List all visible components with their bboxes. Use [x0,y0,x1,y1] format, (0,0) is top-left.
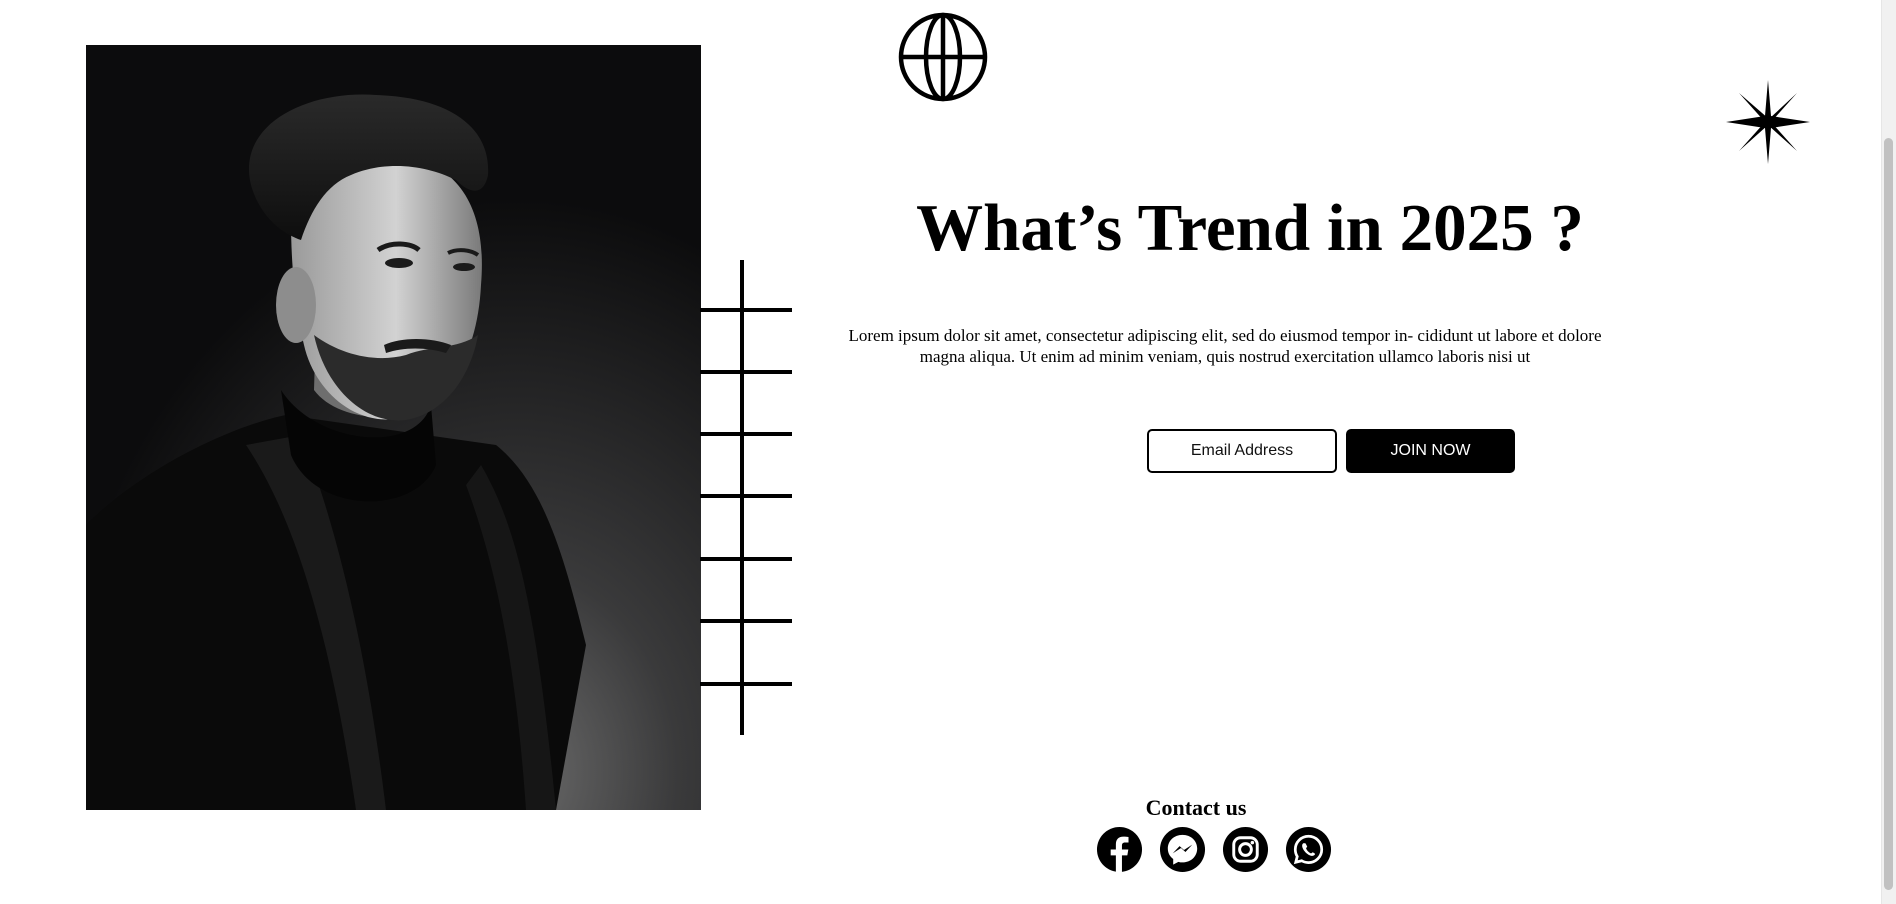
globe-icon [898,12,988,102]
scrollbar-thumb[interactable] [1884,138,1893,890]
star-icon [1726,80,1810,164]
page-headline: What’s Trend in 2025 ? [916,191,1584,265]
messenger-icon[interactable] [1159,826,1206,873]
join-now-button[interactable]: JOIN NOW [1346,429,1515,473]
hero-description: Lorem ipsum dolor sit amet, consectetur … [848,326,1602,366]
social-links [1096,826,1336,874]
facebook-icon[interactable] [1096,826,1143,873]
contact-heading: Contact us [1145,795,1247,820]
grid-decoration [700,260,792,735]
email-field[interactable] [1147,429,1337,473]
instagram-icon[interactable] [1222,826,1269,873]
whatsapp-icon[interactable] [1285,826,1332,873]
portrait-photo [86,45,701,810]
